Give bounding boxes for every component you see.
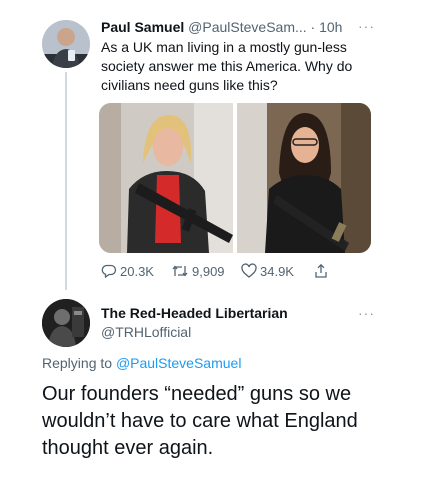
share-icon (313, 263, 329, 279)
replying-to: Replying to @PaulSteveSamuel (42, 355, 241, 371)
more-options-icon[interactable]: ··· (358, 305, 375, 321)
replying-label: Replying to (42, 355, 113, 371)
display-name[interactable]: The Red-Headed Libertarian (101, 305, 288, 321)
like-icon (241, 263, 257, 279)
tweet-text: As a UK man living in a mostly gun-less … (101, 39, 353, 93)
tweet-text: Our founders “needed” guns so we wouldn’… (42, 383, 358, 459)
avatar[interactable] (42, 20, 90, 68)
reply-count: 20.3K (120, 263, 154, 279)
separator: · (310, 19, 316, 35)
tweet-media[interactable] (99, 103, 371, 253)
more-options-icon[interactable]: ··· (358, 18, 375, 34)
tweet-actions: 20.3K 9,909 34.9K (101, 263, 331, 281)
retweet-icon (171, 263, 189, 279)
handle[interactable]: @TRHLofficial (101, 324, 191, 340)
mention-link[interactable]: @PaulSteveSamuel (116, 355, 242, 371)
reply-icon (101, 263, 117, 279)
share-button[interactable] (313, 263, 329, 279)
retweet-count: 9,909 (192, 263, 225, 279)
like-button[interactable]: 34.9K (241, 263, 294, 279)
handle[interactable]: @PaulSteveSam... (188, 19, 307, 35)
avatar[interactable] (42, 299, 90, 347)
tweet-header: Paul Samuel @PaulSteveSam... · 10h (101, 19, 342, 35)
reply-button[interactable]: 20.3K (101, 263, 154, 279)
thread-line (65, 72, 67, 290)
like-count: 34.9K (260, 263, 294, 279)
display-name[interactable]: Paul Samuel (101, 19, 184, 35)
timestamp[interactable]: 10h (319, 19, 342, 35)
retweet-button[interactable]: 9,909 (171, 263, 225, 279)
